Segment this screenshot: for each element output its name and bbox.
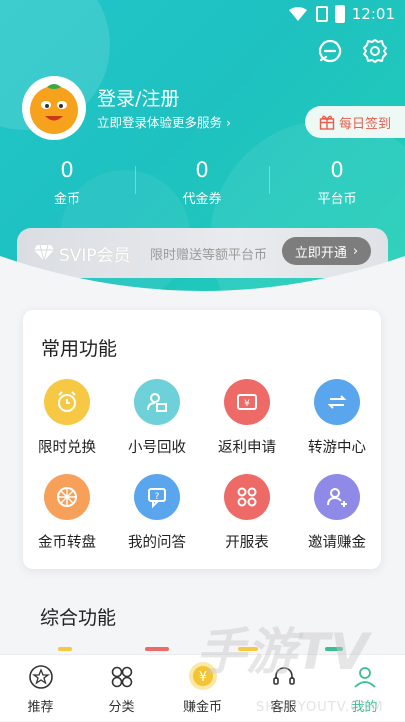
status-bar: 12:01 <box>0 0 405 28</box>
stat-vouchers[interactable]: 0 代金券 <box>147 158 257 207</box>
stat-label: 平台币 <box>317 192 357 207</box>
feature-label: 转游中心 <box>308 440 366 456</box>
feature-my-qa[interactable]: ? 我的问答 <box>112 474 202 552</box>
tab-customer-service[interactable]: 客服 <box>243 655 324 721</box>
feature-label: 我的问答 <box>128 535 186 551</box>
headset-icon <box>272 667 295 685</box>
tab-label: 我的 <box>351 700 378 715</box>
battery-icon <box>335 5 345 23</box>
feature-label: 限时兑换 <box>38 440 96 456</box>
qa-icon: ? <box>134 474 180 520</box>
stat-label: 代金券 <box>182 192 222 207</box>
wheel-icon <box>44 474 90 520</box>
stat-divider <box>269 166 270 194</box>
feature-account-recycle[interactable]: 小号回收 <box>112 379 202 457</box>
wifi-icon <box>289 7 307 21</box>
tab-recommend[interactable]: 推荐 <box>0 655 81 721</box>
feature-invite-earn[interactable]: 邀请赚金 <box>292 474 382 552</box>
star-icon <box>28 665 53 689</box>
login-subtitle-text: 立即登录体验更多服务 <box>97 115 223 130</box>
feature-label: 开服表 <box>225 535 269 551</box>
alarm-clock-icon <box>44 379 90 425</box>
rebate-ticket-icon: ¥ <box>224 379 270 425</box>
tab-earn-coins[interactable]: ¥ 赚金币 <box>162 655 243 721</box>
common-features-title: 常用功能 <box>41 338 118 360</box>
daily-checkin-button[interactable]: 每日签到 <box>305 106 405 138</box>
peek-icon <box>58 647 72 651</box>
peek-icon <box>145 647 169 651</box>
feature-coin-wheel[interactable]: 金币转盘 <box>22 474 112 552</box>
tab-mine[interactable]: 我的 <box>324 655 405 721</box>
chevron-right-icon: › <box>226 115 231 130</box>
stat-gold-coins[interactable]: 0 金币 <box>12 158 122 207</box>
feature-label: 邀请赚金 <box>308 535 366 551</box>
feature-label: 返利申请 <box>218 440 276 456</box>
login-register-title[interactable]: 登录/注册 <box>97 84 179 111</box>
feature-label: 小号回收 <box>128 440 186 456</box>
user-recycle-icon <box>134 379 180 425</box>
svg-text:?: ? <box>155 492 160 502</box>
feature-limited-exchange[interactable]: 限时兑换 <box>22 379 112 457</box>
bottom-tab-bar: 推荐 分类 ¥ 赚金币 客服 我的 <box>0 654 405 721</box>
peek-icon <box>238 647 258 651</box>
status-time: 12:01 <box>351 5 395 23</box>
common-features-card: 常用功能 限时兑换 小号回收 ¥ 返利申请 转游中心 金币转盘 ? 我的问答 开… <box>23 310 381 569</box>
login-subtitle[interactable]: 立即登录体验更多服务 › <box>97 112 231 131</box>
tab-label: 赚金币 <box>182 700 222 715</box>
svg-text:¥: ¥ <box>198 670 206 685</box>
tab-label: 客服 <box>270 700 297 715</box>
avatar[interactable] <box>22 76 86 140</box>
stat-platform-coins[interactable]: 0 平台币 <box>282 158 392 207</box>
general-features-title: 综合功能 <box>40 607 117 629</box>
profile-icon <box>353 667 376 688</box>
tab-category[interactable]: 分类 <box>81 655 162 721</box>
settings-gear-icon[interactable] <box>362 38 388 64</box>
grid-icon <box>224 474 270 520</box>
feature-server-schedule[interactable]: 开服表 <box>202 474 292 552</box>
gift-icon <box>319 115 335 130</box>
svg-text:¥: ¥ <box>244 399 250 409</box>
transfer-icon <box>314 379 360 425</box>
tab-label: 推荐 <box>27 700 54 715</box>
invite-icon <box>314 474 360 520</box>
peek-icon <box>325 647 343 651</box>
sim-icon <box>316 6 328 22</box>
stat-value: 0 <box>60 158 74 182</box>
stat-divider <box>135 166 136 194</box>
feature-transfer-center[interactable]: 转游中心 <box>292 379 382 457</box>
orange-mascot-icon <box>30 84 78 134</box>
coin-icon: ¥ <box>188 662 217 690</box>
stat-value: 0 <box>195 158 209 182</box>
message-icon[interactable] <box>317 38 343 64</box>
tab-label: 分类 <box>108 700 135 715</box>
feature-label: 金币转盘 <box>38 535 96 551</box>
feature-rebate-apply[interactable]: ¥ 返利申请 <box>202 379 292 457</box>
stat-label: 金币 <box>53 192 80 207</box>
stat-value: 0 <box>330 158 344 182</box>
checkin-label: 每日签到 <box>338 116 391 132</box>
category-icon <box>111 666 132 688</box>
header-wave <box>0 256 405 316</box>
